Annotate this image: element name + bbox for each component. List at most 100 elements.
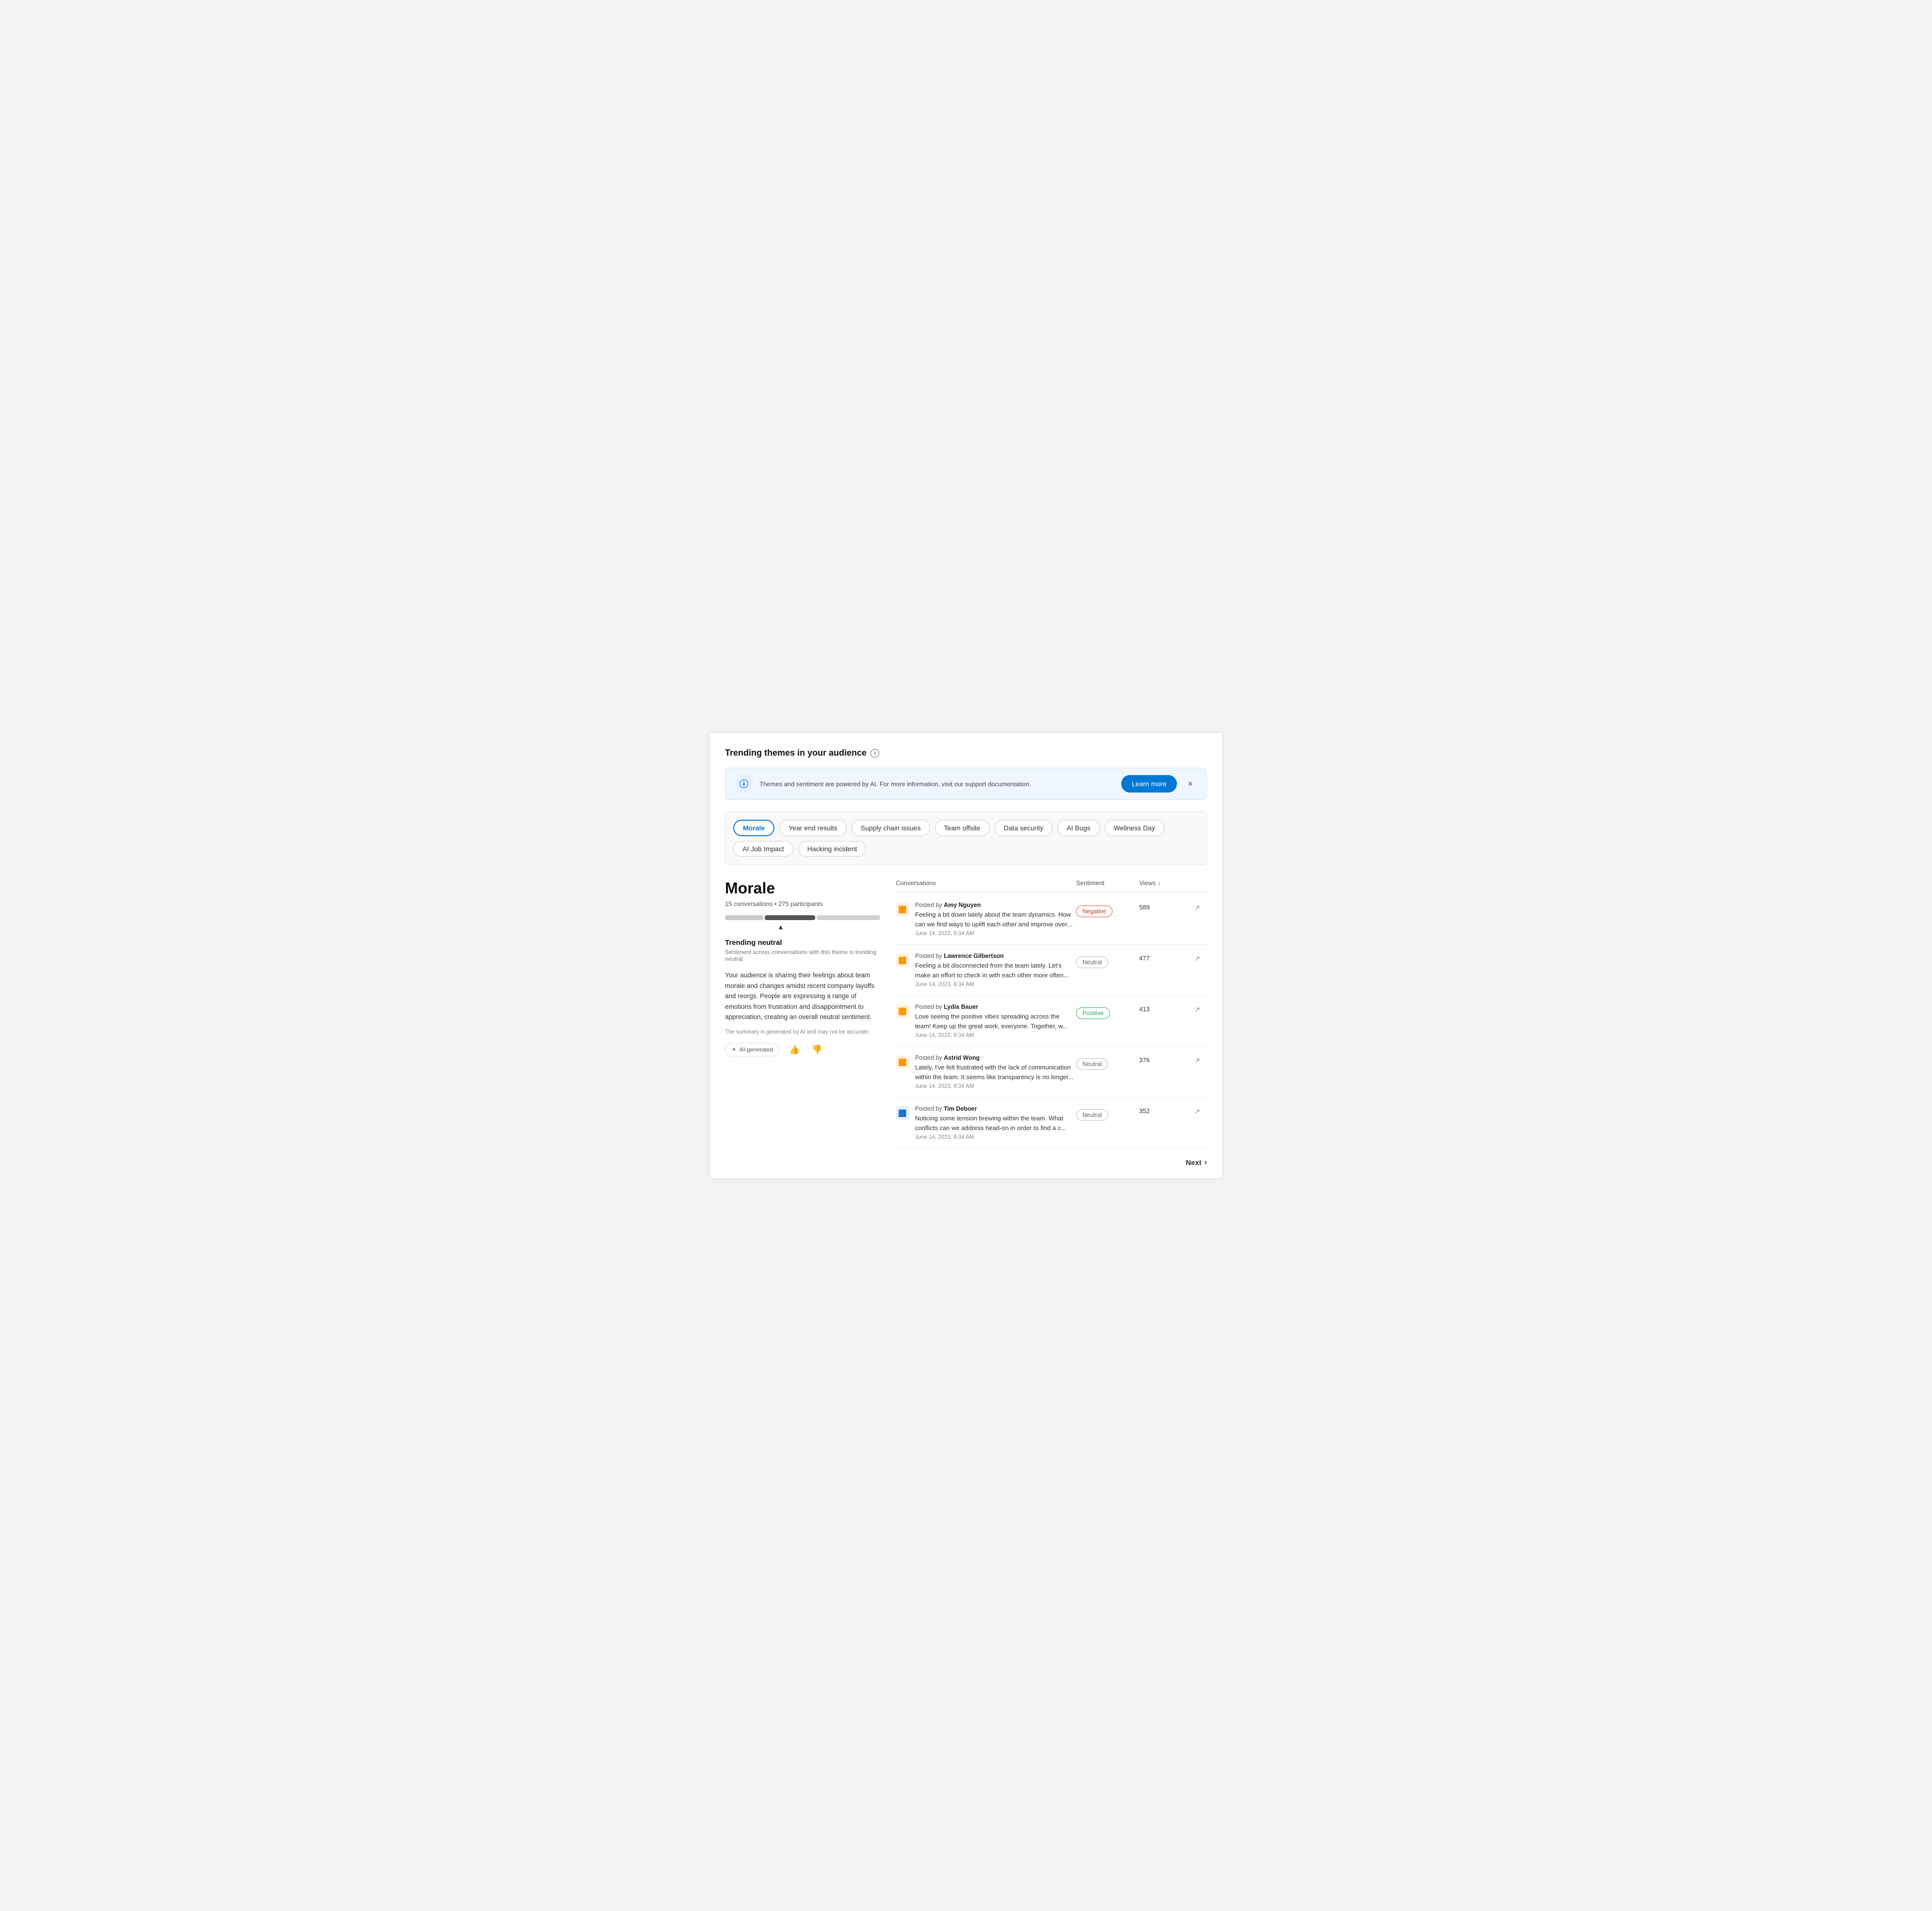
theme-tag-morale[interactable]: Morale	[733, 820, 774, 836]
conv-trend-action-1: ↗	[1188, 953, 1207, 963]
left-panel: Morale 15 conversations • 275 participan…	[725, 879, 880, 1167]
conv-text-4[interactable]: Noticing some tension brewing within the…	[915, 1114, 1076, 1133]
info-icon[interactable]: i	[870, 749, 879, 758]
table-row: 🟧 Posted by Astrid Wong Lately, I've fel…	[896, 1047, 1207, 1098]
page-title: Trending themes in your audience	[725, 748, 867, 758]
theme-tag-year-end[interactable]: Year end results	[779, 820, 847, 836]
conv-sentiment-0: Negative	[1076, 902, 1139, 917]
close-banner-button[interactable]: ×	[1184, 777, 1197, 791]
ai-disclaimer: The summary is generated by AI and may n…	[725, 1029, 880, 1035]
table-row: 🟧 Posted by Lawrence Gilbertson Feeling …	[896, 945, 1207, 996]
conv-body-0: Posted by Amy Nguyen Feeling a bit down …	[915, 902, 1076, 937]
conv-author-2: Posted by Lydia Bauer	[915, 1004, 1076, 1010]
conv-text-1[interactable]: Feeling a bit disconnected from the team…	[915, 961, 1076, 980]
conv-text-3[interactable]: Lately, I've felt frustrated with the la…	[915, 1063, 1076, 1082]
conv-icon-2: 🟧	[896, 1004, 909, 1018]
conv-date-4: June 14, 2023, 9:34 AM	[915, 1134, 1076, 1140]
conv-views-2: 413	[1139, 1004, 1188, 1013]
next-chevron-icon: ›	[1205, 1158, 1207, 1167]
conv-trend-action-3: ↗	[1188, 1054, 1207, 1065]
next-label: Next	[1186, 1159, 1202, 1167]
ai-generated-label: ✦ AI-generated	[725, 1043, 779, 1056]
conv-trend-action-0: ↗	[1188, 902, 1207, 912]
conversations-count: 15 conversations	[725, 900, 773, 907]
next-button[interactable]: Next ›	[1186, 1158, 1207, 1167]
conv-body-2: Posted by Lydia Bauer Love seeing the po…	[915, 1004, 1076, 1038]
main-container: Trending themes in your audience i Theme…	[709, 732, 1223, 1179]
conv-trend-action-2: ↗	[1188, 1004, 1207, 1014]
views-count-0: 589	[1139, 904, 1150, 911]
morale-description: Your audience is sharing their feelings …	[725, 970, 880, 1022]
col-actions-header	[1188, 879, 1207, 887]
conv-date-3: June 14, 2023, 9:34 AM	[915, 1084, 1076, 1089]
conv-sentiment-1: Neutral	[1076, 953, 1139, 968]
learn-more-button[interactable]: Learn more	[1121, 775, 1177, 793]
col-views-header: Views ↓	[1139, 879, 1188, 887]
page-title-row: Trending themes in your audience i	[725, 748, 1207, 758]
ai-banner: Themes and sentiment are powered by AI. …	[725, 768, 1207, 800]
col-conversations-header: Conversations	[896, 879, 1076, 887]
theme-title: Morale	[725, 879, 880, 897]
conv-left-0: 🟧 Posted by Amy Nguyen Feeling a bit dow…	[896, 902, 1076, 937]
ai-generated-row: ✦ AI-generated 👍 👎	[725, 1043, 880, 1057]
themes-row: Morale Year end results Supply chain issue…	[725, 811, 1207, 865]
sort-down-icon[interactable]: ↓	[1158, 879, 1161, 887]
conv-icon-1: 🟧	[896, 954, 909, 967]
bar-negative	[725, 915, 763, 920]
trending-subtitle: Sentiment across conversations with this…	[725, 949, 880, 962]
conv-icon-4: 🟦	[896, 1106, 909, 1120]
trend-chart-icon-1[interactable]: ↗	[1194, 955, 1200, 963]
conv-sentiment-2: Positive	[1076, 1004, 1139, 1019]
sentiment-badge-4: Neutral	[1076, 1109, 1108, 1121]
ai-star-icon: ✦	[731, 1046, 737, 1053]
sentiment-badge-0: Negative	[1076, 906, 1112, 917]
conv-icon-0: 🟧	[896, 903, 909, 916]
sentiment-badge-2: Positive	[1076, 1007, 1110, 1019]
table-row: 🟧 Posted by Amy Nguyen Feeling a bit dow…	[896, 894, 1207, 945]
trend-chart-icon-4[interactable]: ↗	[1194, 1107, 1200, 1116]
morale-meta: 15 conversations • 275 participants	[725, 900, 880, 907]
trend-chart-icon-2[interactable]: ↗	[1194, 1005, 1200, 1014]
conv-left-2: 🟧 Posted by Lydia Bauer Love seeing the …	[896, 1004, 1076, 1038]
conv-text-2[interactable]: Love seeing the positive vibes spreading…	[915, 1012, 1076, 1031]
trend-chart-icon-0[interactable]: ↗	[1194, 904, 1200, 912]
right-panel: Conversations Sentiment Views ↓ 🟧 Posted…	[896, 879, 1207, 1167]
theme-tag-data-security[interactable]: Data security	[995, 820, 1053, 836]
conv-sentiment-4: Neutral	[1076, 1105, 1139, 1121]
theme-tag-hacking-incident[interactable]: Hacking incident	[798, 841, 867, 857]
theme-tag-supply-chain[interactable]: Supply chain issues	[852, 820, 930, 836]
trend-chart-icon-3[interactable]: ↗	[1194, 1056, 1200, 1065]
col-sentiment-header: Sentiment	[1076, 879, 1139, 887]
thumbs-up-button[interactable]: 👍	[787, 1043, 802, 1057]
table-header: Conversations Sentiment Views ↓	[896, 879, 1207, 892]
views-count-3: 376	[1139, 1056, 1150, 1064]
theme-tag-wellness-day[interactable]: Wellness Day	[1105, 820, 1164, 836]
sentiment-bar	[725, 915, 880, 920]
thumbs-down-button[interactable]: 👎	[810, 1043, 824, 1057]
conv-views-4: 352	[1139, 1105, 1188, 1115]
conv-date-1: June 14, 2023, 9:34 AM	[915, 982, 1076, 988]
conv-icon-3: 🟧	[896, 1055, 909, 1069]
views-count-1: 477	[1139, 955, 1150, 962]
conv-left-1: 🟧 Posted by Lawrence Gilbertson Feeling …	[896, 953, 1076, 988]
table-row: 🟦 Posted by Tim Deboer Noticing some ten…	[896, 1098, 1207, 1149]
views-count-2: 413	[1139, 1005, 1150, 1013]
conv-text-0[interactable]: Feeling a bit down lately about the team…	[915, 910, 1076, 929]
sentiment-badge-1: Neutral	[1076, 956, 1108, 968]
conv-trend-action-4: ↗	[1188, 1105, 1207, 1116]
sentiment-badge-3: Neutral	[1076, 1058, 1108, 1070]
trending-label: Trending neutral	[725, 939, 880, 947]
conv-author-1: Posted by Lawrence Gilbertson	[915, 953, 1076, 959]
conv-sentiment-3: Neutral	[1076, 1054, 1139, 1070]
ai-generated-text: AI-generated	[740, 1046, 773, 1053]
theme-tag-ai-bugs[interactable]: AI Bugs	[1057, 820, 1099, 836]
bar-positive	[817, 915, 880, 920]
conv-left-3: 🟧 Posted by Astrid Wong Lately, I've fel…	[896, 1054, 1076, 1089]
table-body: 🟧 Posted by Amy Nguyen Feeling a bit dow…	[896, 894, 1207, 1149]
theme-tag-team-offsite[interactable]: Team offsite	[935, 820, 990, 836]
conv-date-2: June 14, 2023, 9:34 AM	[915, 1033, 1076, 1038]
views-count-4: 352	[1139, 1107, 1150, 1115]
conv-body-3: Posted by Astrid Wong Lately, I've felt …	[915, 1054, 1076, 1089]
conv-author-3: Posted by Astrid Wong	[915, 1054, 1076, 1061]
theme-tag-ai-job-impact[interactable]: AI Job Impact	[733, 841, 793, 857]
